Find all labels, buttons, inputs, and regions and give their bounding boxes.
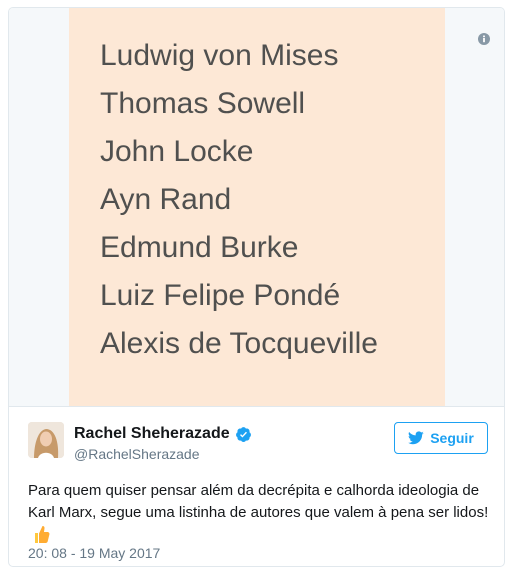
tweet-text: Para quem quiser pensar além da decrépit… bbox=[28, 482, 489, 521]
tweet-body: Para quem quiser pensar além da decrépit… bbox=[28, 480, 490, 547]
thumbs-up-icon bbox=[35, 526, 50, 543]
follow-button-label: Seguir bbox=[430, 430, 474, 446]
tweet-media[interactable]: Ludwig von Mises Thomas Sowell John Lock… bbox=[9, 8, 504, 407]
author-name-item: Alexis de Tocqueville bbox=[100, 327, 378, 360]
author-name-item: Luiz Felipe Pondé bbox=[100, 279, 341, 312]
info-icon[interactable] bbox=[478, 33, 490, 45]
author-name-item: Ludwig von Mises bbox=[100, 39, 339, 72]
tweet-timestamp[interactable]: 20: 08 - 19 May 2017 bbox=[28, 545, 160, 561]
author-display-name[interactable]: Rachel Sheherazade bbox=[74, 425, 230, 443]
embedded-tweet-card: Ludwig von Mises Thomas Sowell John Lock… bbox=[8, 7, 505, 567]
follow-button[interactable]: Seguir bbox=[394, 422, 488, 454]
author-handle[interactable]: @RachelSherazade bbox=[74, 446, 200, 462]
author-name-item: Ayn Rand bbox=[100, 183, 232, 216]
twitter-bird-icon bbox=[408, 431, 424, 445]
avatar[interactable] bbox=[28, 422, 64, 458]
names-image: Ludwig von Mises Thomas Sowell John Lock… bbox=[69, 8, 445, 406]
author-names-list: Ludwig von Mises Thomas Sowell John Lock… bbox=[100, 32, 378, 368]
author-name-item: Edmund Burke bbox=[100, 231, 299, 264]
tweet-author: Rachel Sheherazade @RachelSherazade Segu… bbox=[28, 422, 488, 464]
author-name-item: John Locke bbox=[100, 135, 254, 168]
author-name-item: Thomas Sowell bbox=[100, 87, 306, 120]
verified-badge-icon bbox=[235, 426, 251, 442]
